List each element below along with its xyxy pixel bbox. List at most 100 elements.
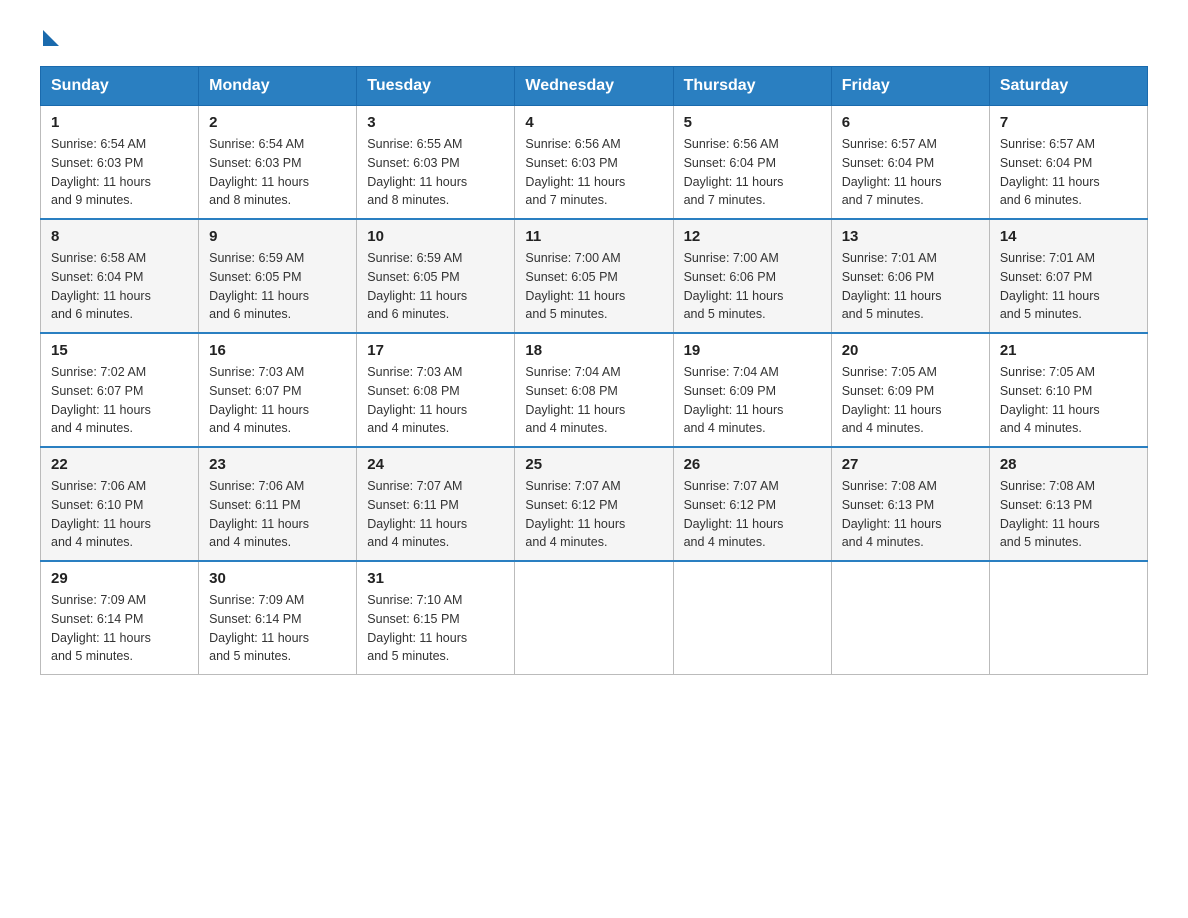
weekday-header-thursday: Thursday: [673, 67, 831, 106]
calendar-cell: 15 Sunrise: 7:02 AM Sunset: 6:07 PM Dayl…: [41, 333, 199, 447]
day-info: Sunrise: 6:59 AM Sunset: 6:05 PM Dayligh…: [209, 249, 346, 324]
day-number: 1: [51, 114, 188, 131]
calendar-week-3: 15 Sunrise: 7:02 AM Sunset: 6:07 PM Dayl…: [41, 333, 1148, 447]
day-info: Sunrise: 7:06 AM Sunset: 6:10 PM Dayligh…: [51, 477, 188, 552]
day-info: Sunrise: 6:57 AM Sunset: 6:04 PM Dayligh…: [1000, 135, 1137, 210]
calendar-cell: 27 Sunrise: 7:08 AM Sunset: 6:13 PM Dayl…: [831, 447, 989, 561]
day-number: 14: [1000, 228, 1137, 245]
day-number: 7: [1000, 114, 1137, 131]
day-number: 31: [367, 570, 504, 587]
day-number: 16: [209, 342, 346, 359]
calendar-cell: 26 Sunrise: 7:07 AM Sunset: 6:12 PM Dayl…: [673, 447, 831, 561]
calendar-week-4: 22 Sunrise: 7:06 AM Sunset: 6:10 PM Dayl…: [41, 447, 1148, 561]
day-number: 21: [1000, 342, 1137, 359]
logo: [40, 30, 59, 46]
day-number: 24: [367, 456, 504, 473]
calendar-cell: 4 Sunrise: 6:56 AM Sunset: 6:03 PM Dayli…: [515, 106, 673, 220]
calendar-cell: [673, 561, 831, 675]
day-number: 3: [367, 114, 504, 131]
weekday-header-row: SundayMondayTuesdayWednesdayThursdayFrid…: [41, 67, 1148, 106]
day-number: 9: [209, 228, 346, 245]
weekday-header-sunday: Sunday: [41, 67, 199, 106]
calendar-cell: 28 Sunrise: 7:08 AM Sunset: 6:13 PM Dayl…: [989, 447, 1147, 561]
day-info: Sunrise: 7:09 AM Sunset: 6:14 PM Dayligh…: [209, 591, 346, 666]
calendar-cell: 7 Sunrise: 6:57 AM Sunset: 6:04 PM Dayli…: [989, 106, 1147, 220]
logo-triangle-icon: [43, 30, 59, 46]
calendar-cell: 21 Sunrise: 7:05 AM Sunset: 6:10 PM Dayl…: [989, 333, 1147, 447]
day-info: Sunrise: 6:56 AM Sunset: 6:03 PM Dayligh…: [525, 135, 662, 210]
day-number: 11: [525, 228, 662, 245]
day-info: Sunrise: 6:58 AM Sunset: 6:04 PM Dayligh…: [51, 249, 188, 324]
day-info: Sunrise: 6:54 AM Sunset: 6:03 PM Dayligh…: [209, 135, 346, 210]
calendar-cell: 13 Sunrise: 7:01 AM Sunset: 6:06 PM Dayl…: [831, 219, 989, 333]
calendar-cell: [515, 561, 673, 675]
calendar-cell: 5 Sunrise: 6:56 AM Sunset: 6:04 PM Dayli…: [673, 106, 831, 220]
page-header: [40, 30, 1148, 46]
day-number: 12: [684, 228, 821, 245]
day-info: Sunrise: 7:04 AM Sunset: 6:09 PM Dayligh…: [684, 363, 821, 438]
day-number: 20: [842, 342, 979, 359]
calendar-cell: [989, 561, 1147, 675]
day-info: Sunrise: 7:06 AM Sunset: 6:11 PM Dayligh…: [209, 477, 346, 552]
day-info: Sunrise: 7:10 AM Sunset: 6:15 PM Dayligh…: [367, 591, 504, 666]
day-number: 27: [842, 456, 979, 473]
calendar-cell: 1 Sunrise: 6:54 AM Sunset: 6:03 PM Dayli…: [41, 106, 199, 220]
day-number: 25: [525, 456, 662, 473]
day-info: Sunrise: 7:00 AM Sunset: 6:06 PM Dayligh…: [684, 249, 821, 324]
day-info: Sunrise: 7:01 AM Sunset: 6:06 PM Dayligh…: [842, 249, 979, 324]
day-info: Sunrise: 7:07 AM Sunset: 6:12 PM Dayligh…: [525, 477, 662, 552]
weekday-header-monday: Monday: [199, 67, 357, 106]
calendar-cell: 2 Sunrise: 6:54 AM Sunset: 6:03 PM Dayli…: [199, 106, 357, 220]
calendar-cell: 20 Sunrise: 7:05 AM Sunset: 6:09 PM Dayl…: [831, 333, 989, 447]
calendar-cell: 30 Sunrise: 7:09 AM Sunset: 6:14 PM Dayl…: [199, 561, 357, 675]
day-number: 22: [51, 456, 188, 473]
day-number: 26: [684, 456, 821, 473]
day-number: 19: [684, 342, 821, 359]
calendar-cell: 9 Sunrise: 6:59 AM Sunset: 6:05 PM Dayli…: [199, 219, 357, 333]
day-number: 29: [51, 570, 188, 587]
calendar-cell: 23 Sunrise: 7:06 AM Sunset: 6:11 PM Dayl…: [199, 447, 357, 561]
day-number: 13: [842, 228, 979, 245]
day-number: 23: [209, 456, 346, 473]
day-number: 8: [51, 228, 188, 245]
day-info: Sunrise: 6:55 AM Sunset: 6:03 PM Dayligh…: [367, 135, 504, 210]
calendar-cell: 14 Sunrise: 7:01 AM Sunset: 6:07 PM Dayl…: [989, 219, 1147, 333]
day-number: 30: [209, 570, 346, 587]
day-info: Sunrise: 7:02 AM Sunset: 6:07 PM Dayligh…: [51, 363, 188, 438]
day-number: 10: [367, 228, 504, 245]
weekday-header-tuesday: Tuesday: [357, 67, 515, 106]
day-info: Sunrise: 6:54 AM Sunset: 6:03 PM Dayligh…: [51, 135, 188, 210]
calendar-cell: 17 Sunrise: 7:03 AM Sunset: 6:08 PM Dayl…: [357, 333, 515, 447]
calendar-cell: 10 Sunrise: 6:59 AM Sunset: 6:05 PM Dayl…: [357, 219, 515, 333]
day-info: Sunrise: 7:03 AM Sunset: 6:07 PM Dayligh…: [209, 363, 346, 438]
calendar-cell: 6 Sunrise: 6:57 AM Sunset: 6:04 PM Dayli…: [831, 106, 989, 220]
day-info: Sunrise: 7:05 AM Sunset: 6:10 PM Dayligh…: [1000, 363, 1137, 438]
calendar-cell: 16 Sunrise: 7:03 AM Sunset: 6:07 PM Dayl…: [199, 333, 357, 447]
day-number: 4: [525, 114, 662, 131]
calendar-cell: [831, 561, 989, 675]
day-info: Sunrise: 7:09 AM Sunset: 6:14 PM Dayligh…: [51, 591, 188, 666]
day-info: Sunrise: 7:07 AM Sunset: 6:11 PM Dayligh…: [367, 477, 504, 552]
calendar-cell: 8 Sunrise: 6:58 AM Sunset: 6:04 PM Dayli…: [41, 219, 199, 333]
day-number: 6: [842, 114, 979, 131]
day-info: Sunrise: 7:07 AM Sunset: 6:12 PM Dayligh…: [684, 477, 821, 552]
day-number: 2: [209, 114, 346, 131]
day-info: Sunrise: 7:08 AM Sunset: 6:13 PM Dayligh…: [1000, 477, 1137, 552]
calendar-cell: 22 Sunrise: 7:06 AM Sunset: 6:10 PM Dayl…: [41, 447, 199, 561]
day-info: Sunrise: 7:08 AM Sunset: 6:13 PM Dayligh…: [842, 477, 979, 552]
weekday-header-wednesday: Wednesday: [515, 67, 673, 106]
calendar-cell: 3 Sunrise: 6:55 AM Sunset: 6:03 PM Dayli…: [357, 106, 515, 220]
calendar-cell: 29 Sunrise: 7:09 AM Sunset: 6:14 PM Dayl…: [41, 561, 199, 675]
weekday-header-saturday: Saturday: [989, 67, 1147, 106]
calendar-cell: 25 Sunrise: 7:07 AM Sunset: 6:12 PM Dayl…: [515, 447, 673, 561]
day-number: 5: [684, 114, 821, 131]
day-info: Sunrise: 7:00 AM Sunset: 6:05 PM Dayligh…: [525, 249, 662, 324]
day-number: 18: [525, 342, 662, 359]
day-number: 17: [367, 342, 504, 359]
calendar-cell: 11 Sunrise: 7:00 AM Sunset: 6:05 PM Dayl…: [515, 219, 673, 333]
day-info: Sunrise: 7:04 AM Sunset: 6:08 PM Dayligh…: [525, 363, 662, 438]
calendar-cell: 18 Sunrise: 7:04 AM Sunset: 6:08 PM Dayl…: [515, 333, 673, 447]
calendar-cell: 24 Sunrise: 7:07 AM Sunset: 6:11 PM Dayl…: [357, 447, 515, 561]
calendar-week-2: 8 Sunrise: 6:58 AM Sunset: 6:04 PM Dayli…: [41, 219, 1148, 333]
day-info: Sunrise: 7:03 AM Sunset: 6:08 PM Dayligh…: [367, 363, 504, 438]
